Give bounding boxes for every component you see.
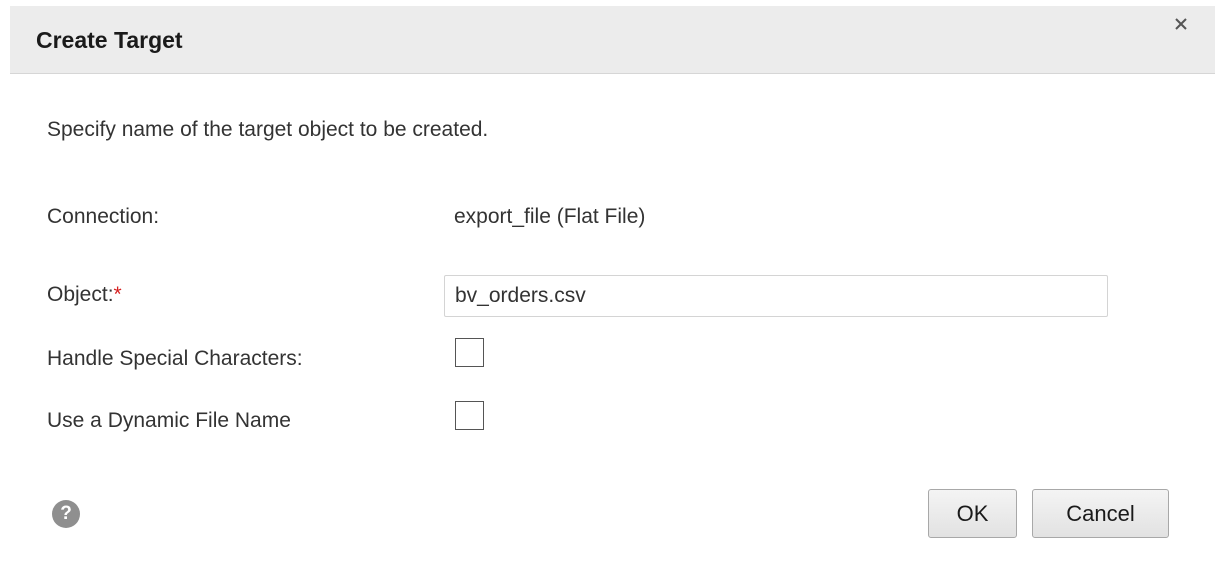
object-label-text: Object: xyxy=(47,283,114,306)
cancel-button[interactable]: Cancel xyxy=(1032,489,1169,538)
required-asterisk: * xyxy=(113,283,122,306)
dialog-description: Specify name of the target object to be … xyxy=(47,118,489,141)
create-target-dialog: Create Target Specify name of the target… xyxy=(0,0,1215,567)
object-label: Object:* xyxy=(47,280,122,310)
dynamic-file-name-checkbox[interactable] xyxy=(455,401,484,430)
dialog-header: Create Target xyxy=(10,6,1215,74)
handle-special-characters-label: Handle Special Characters: xyxy=(47,347,303,370)
help-icon[interactable]: ? xyxy=(52,500,80,528)
object-name-input[interactable] xyxy=(444,275,1108,317)
ok-button[interactable]: OK xyxy=(928,489,1017,538)
connection-value: export_file (Flat File) xyxy=(454,205,646,228)
dynamic-file-name-label: Use a Dynamic File Name xyxy=(47,409,291,432)
handle-special-characters-checkbox[interactable] xyxy=(455,338,484,367)
close-icon[interactable] xyxy=(1172,15,1190,33)
connection-label: Connection: xyxy=(47,205,160,228)
dialog-title: Create Target xyxy=(36,27,183,53)
